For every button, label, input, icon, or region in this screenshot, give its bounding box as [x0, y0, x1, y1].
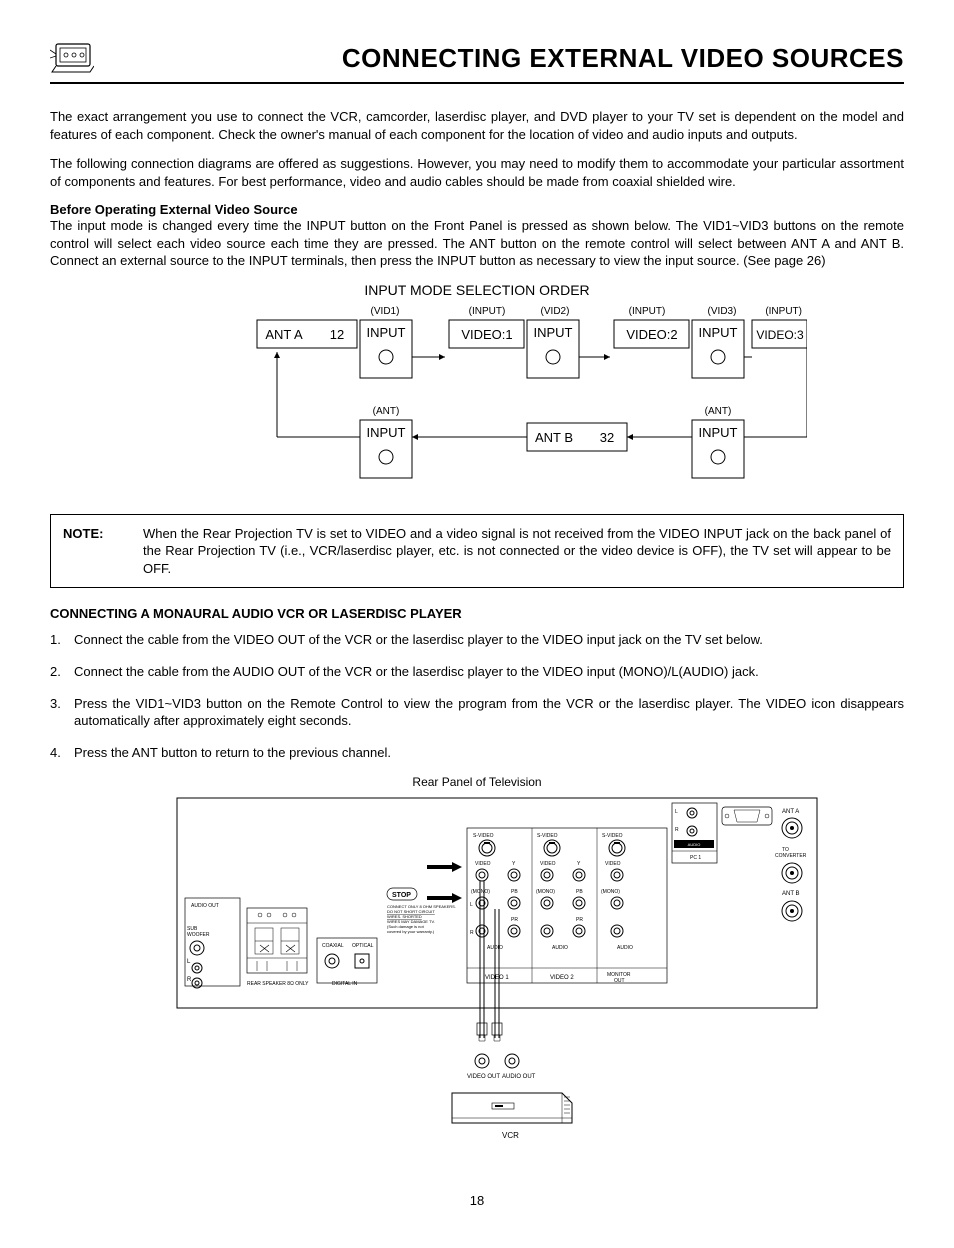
lbl-monout2: OUT: [614, 978, 625, 984]
note-body: When the Rear Projection TV is set to VI…: [143, 525, 891, 578]
lbl-m2: (MONO): [536, 889, 555, 895]
lbl-inp1: (INPUT): [469, 306, 506, 317]
note-box: NOTE: When the Rear Projection TV is set…: [50, 514, 904, 589]
step-num-2: 2.: [50, 663, 74, 681]
d-input2: INPUT: [534, 325, 573, 340]
page-header: CONNECTING EXTERNAL VIDEO SOURCES: [50, 40, 904, 84]
d-anta-ch: 12: [330, 327, 344, 342]
page-title: CONNECTING EXTERNAL VIDEO SOURCES: [94, 43, 904, 74]
arrow-audio-icon: [427, 893, 462, 903]
lbl-anta2: ANT A: [782, 809, 799, 815]
lbl-rrow: R: [470, 930, 474, 936]
d-video2: VIDEO:2: [626, 327, 677, 342]
lbl-au2: AUDIO: [552, 945, 568, 951]
lbl-m3: (MONO): [601, 889, 620, 895]
lbl-aout2: AUDIO OUT: [502, 1074, 536, 1080]
lbl-video2col: VIDEO 2: [550, 975, 574, 981]
arrow-video-icon: [427, 862, 462, 872]
lbl-sv3: S-VIDEO: [602, 833, 623, 839]
lbl-video1col: VIDEO 1: [485, 975, 509, 981]
intro-paragraph-1: The exact arrangement you use to connect…: [50, 108, 904, 143]
lbl-ant1: (ANT): [373, 406, 400, 417]
rear-panel-diagram: AUDIO OUT SUB WOOFER L R REAR SPEAKER 8Ω…: [50, 793, 904, 1163]
lbl-vcr: VCR: [502, 1131, 519, 1140]
lbl-vout: VIDEO OUT: [467, 1074, 500, 1080]
lbl-y2: Y: [577, 861, 581, 867]
lbl-antb2: ANT B: [782, 891, 800, 897]
lbl-sv2: S-VIDEO: [537, 833, 558, 839]
d-input5: INPUT: [699, 425, 738, 440]
d-antb: ANT B: [535, 430, 573, 445]
lbl-y1: Y: [512, 861, 516, 867]
lbl-audio-out: AUDIO OUT: [191, 903, 219, 909]
before-heading: Before Operating External Video Source: [50, 202, 298, 217]
lbl-toconv2: CONVERTER: [775, 853, 807, 859]
page-number: 18: [50, 1193, 904, 1208]
lbl-v3: VIDEO: [605, 861, 621, 867]
d-video3: VIDEO:3: [756, 328, 804, 342]
lbl-stop: STOP: [392, 892, 411, 899]
lbl-digin: DIGITAL IN: [332, 981, 358, 987]
lbl-vid1: (VID1): [371, 306, 400, 317]
lbl-r: R: [187, 977, 192, 983]
d-antb-ch: 32: [600, 430, 614, 445]
rear-panel-title: Rear Panel of Television: [50, 775, 904, 789]
d-input4: INPUT: [367, 425, 406, 440]
lbl-v1: VIDEO: [475, 861, 491, 867]
section2-heading: CONNECTING A MONAURAL AUDIO VCR OR LASER…: [50, 606, 904, 621]
steps-list: 1.Connect the cable from the VIDEO OUT o…: [50, 631, 904, 761]
step-1: Connect the cable from the VIDEO OUT of …: [74, 631, 763, 649]
lbl-sv1: S-VIDEO: [473, 833, 494, 839]
pc-r: R: [675, 827, 679, 833]
lbl-stop-6: covered by your warranty.): [387, 929, 435, 934]
before-section: Before Operating External Video Source T…: [50, 202, 904, 270]
lbl-coax: COAXIAL: [322, 943, 344, 949]
step-4: Press the ANT button to return to the pr…: [74, 744, 391, 762]
d-input3: INPUT: [699, 325, 738, 340]
lbl-m1: (MONO): [471, 889, 490, 895]
lbl-au3: AUDIO: [617, 945, 633, 951]
lbl-pc1: PC 1: [690, 855, 701, 861]
pc-l: L: [675, 809, 678, 815]
before-body: The input mode is changed every time the…: [50, 217, 904, 270]
d-video1: VIDEO:1: [461, 327, 512, 342]
lbl-pr2: PR: [576, 917, 583, 923]
lbl-woofer: WOOFER: [187, 932, 210, 938]
step-num-3: 3.: [50, 695, 74, 730]
tv-icon: [50, 40, 94, 76]
lbl-lrow: L: [470, 902, 473, 908]
lbl-inp2: (INPUT): [629, 306, 666, 317]
lbl-vid3: (VID3): [708, 306, 737, 317]
step-num-4: 4.: [50, 744, 74, 762]
d-input1: INPUT: [367, 325, 406, 340]
lbl-pb1: PB: [511, 889, 518, 895]
lbl-l: L: [187, 959, 191, 965]
lbl-opt: OPTICAL: [352, 943, 374, 949]
intro-paragraph-2: The following connection diagrams are of…: [50, 155, 904, 190]
step-2: Connect the cable from the AUDIO OUT of …: [74, 663, 759, 681]
lbl-pb2: PB: [576, 889, 583, 895]
lbl-vid2: (VID2): [541, 306, 570, 317]
d-anta: ANT A: [265, 327, 303, 342]
pc-ai: AUDIO: [688, 842, 701, 847]
diagram-title: INPUT MODE SELECTION ORDER: [50, 282, 904, 298]
lbl-pr1: PR: [511, 917, 518, 923]
input-mode-diagram: (VID1) (INPUT) (VID2) (INPUT) (VID3) (IN…: [50, 302, 904, 502]
lbl-ant2: (ANT): [705, 406, 732, 417]
lbl-rear-speaker: REAR SPEAKER 8Ω ONLY: [247, 981, 309, 987]
lbl-inp3: (INPUT): [765, 306, 802, 317]
step-3: Press the VID1~VID3 button on the Remote…: [74, 695, 904, 730]
lbl-v2: VIDEO: [540, 861, 556, 867]
step-num-1: 1.: [50, 631, 74, 649]
note-label: NOTE:: [63, 525, 123, 578]
